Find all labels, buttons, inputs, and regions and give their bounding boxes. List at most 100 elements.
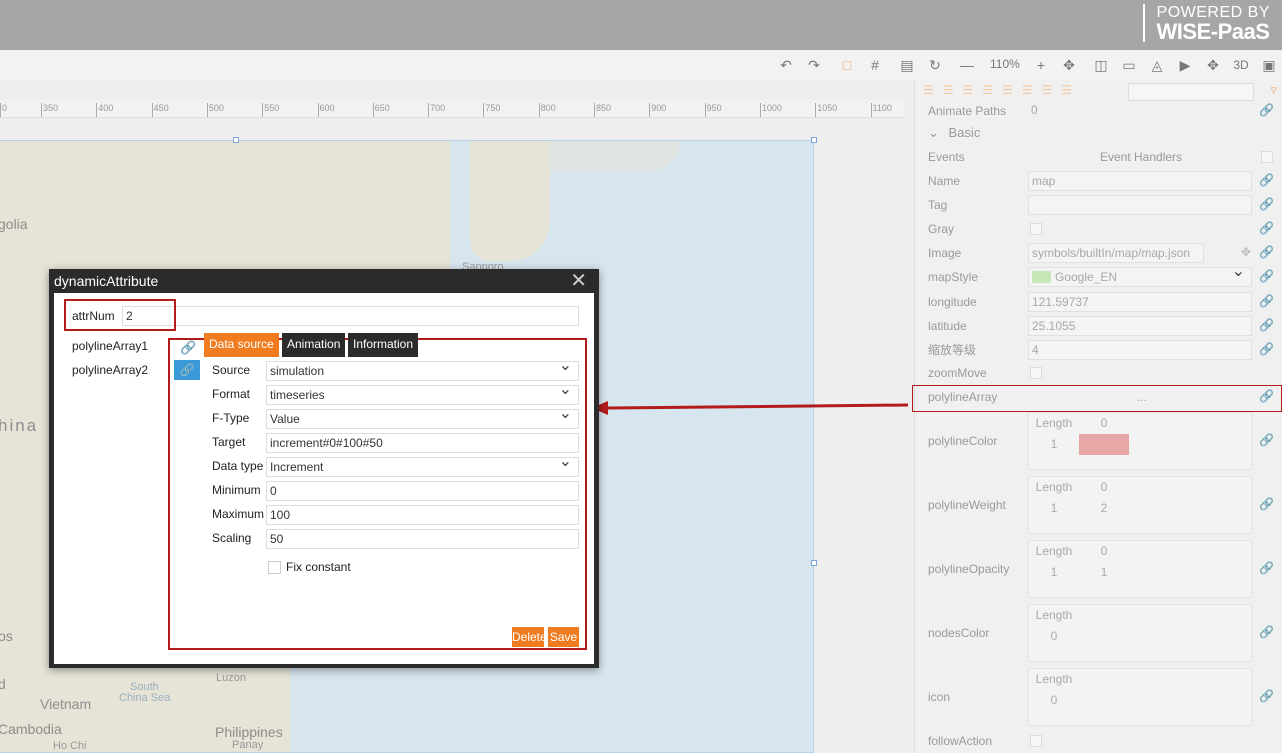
chevron-down-icon: ⌄ <box>928 125 939 140</box>
format-select[interactable]: timeseries <box>266 381 579 405</box>
undo-icon[interactable]: ↶ <box>777 56 795 74</box>
filter-icon[interactable]: ▿ <box>1270 82 1277 98</box>
panel-left-icon[interactable]: ◫ <box>1092 56 1110 74</box>
map-label-philippines: Philippines <box>215 724 283 740</box>
move-icon[interactable]: ✥ <box>1204 56 1222 74</box>
ruler-tick: 400 <box>96 103 113 117</box>
link-icon[interactable]: 🔗 <box>180 340 196 356</box>
prop-label: polylineColor <box>928 434 998 448</box>
link-active-icon[interactable]: 🔗 <box>174 360 200 380</box>
resize-handle-top-right[interactable] <box>811 137 817 143</box>
polylinecolor-grid[interactable]: Length 0 1 <box>1028 412 1252 470</box>
prop-label: polylineWeight <box>928 498 1006 512</box>
name-field[interactable]: map <box>1028 171 1252 191</box>
export-icon[interactable]: ▣ <box>1260 56 1278 74</box>
zoom-level[interactable]: 110% <box>990 57 1020 71</box>
move-icon[interactable]: ✥ <box>1241 245 1251 259</box>
ftype-select[interactable]: Value <box>266 405 579 429</box>
resize-handle-top[interactable] <box>233 137 239 143</box>
longitude-field[interactable]: 121.59737 <box>1028 292 1252 312</box>
gray-checkbox[interactable] <box>1030 223 1042 235</box>
link-icon[interactable]: 🔗 <box>1259 318 1274 332</box>
link-icon[interactable]: 🔗 <box>1259 173 1274 187</box>
link-icon[interactable]: 🔗 <box>1259 197 1274 211</box>
zoom-out-icon[interactable]: — <box>958 56 976 74</box>
zoommove-checkbox[interactable] <box>1030 367 1042 379</box>
section-basic[interactable]: ⌄ Basic <box>928 125 980 141</box>
panel-center-icon[interactable]: ▭ <box>1120 56 1138 74</box>
link-icon[interactable]: 🔗 <box>1259 269 1274 283</box>
length-label: Length <box>1035 480 1073 494</box>
target-input[interactable]: increment#0#100#50 <box>266 433 579 453</box>
tab-data-source[interactable]: Data source <box>204 333 279 357</box>
section-title: Basic <box>948 125 981 140</box>
property-panel: ☰☰☰☰☰☰☰☰ ▿ Animate Paths 0 🔗 ⌄ Basic Eve… <box>914 80 1282 753</box>
target-label: Target <box>212 435 246 449</box>
icon-grid[interactable]: Length 0 <box>1028 668 1252 726</box>
link-icon[interactable]: 🔗 <box>1259 625 1274 639</box>
source-select[interactable]: simulation <box>266 357 579 381</box>
prop-latitude: latitude 25.1055 🔗 <box>915 314 1282 338</box>
delete-button[interactable]: Delete <box>512 627 547 647</box>
save-icon[interactable]: ▤ <box>898 56 916 74</box>
save-button[interactable]: Save <box>548 627 579 647</box>
panel-right-icon[interactable]: ◬ <box>1148 56 1166 74</box>
attrnum-input[interactable]: 2 <box>122 306 579 326</box>
resize-handle-right[interactable] <box>811 560 817 566</box>
maximum-input[interactable]: 100 <box>266 505 579 525</box>
opacity-value[interactable]: 1 <box>1079 562 1129 583</box>
align-icons[interactable]: ☰☰☰☰☰☰☰☰ <box>923 83 1081 97</box>
color-swatch[interactable] <box>1079 434 1129 455</box>
prop-animate-paths: Animate Paths 0 🔗 <box>915 99 1282 123</box>
mapstyle-select[interactable]: Google_EN <box>1028 263 1252 287</box>
close-icon[interactable]: ✕ <box>570 271 587 291</box>
array-item-1[interactable]: polylineArray1 <box>72 339 148 353</box>
nodescolor-grid[interactable]: Length 0 <box>1028 604 1252 662</box>
length-value: 0 <box>1050 693 1058 707</box>
select-icon[interactable]: □ <box>838 56 856 74</box>
datatype-select[interactable]: Increment <box>266 453 579 477</box>
event-handlers-label[interactable]: Event Handlers <box>1100 145 1182 169</box>
animate-paths-field[interactable]: 0 <box>1028 101 1252 121</box>
link-icon[interactable]: 🔗 <box>1259 221 1274 235</box>
polylineopacity-grid[interactable]: Length 0 1 1 <box>1028 540 1252 598</box>
link-icon[interactable]: 🔗 <box>1259 342 1274 356</box>
prop-label: Events <box>928 150 965 164</box>
link-icon[interactable]: 🔗 <box>1259 294 1274 308</box>
image-field[interactable]: symbols/builtIn/map/map.json <box>1028 243 1204 263</box>
tab-animation[interactable]: Animation <box>282 333 346 357</box>
tag-field[interactable] <box>1028 195 1252 215</box>
link-icon[interactable]: 🔗 <box>1259 561 1274 575</box>
redo-icon[interactable]: ↷ <box>805 56 823 74</box>
prop-name: Name map 🔗 <box>915 169 1282 193</box>
link-icon[interactable]: 🔗 <box>1259 103 1274 117</box>
3d-icon[interactable]: 3D <box>1232 56 1250 74</box>
latitude-field[interactable]: 25.1055 <box>1028 316 1252 336</box>
weight-value[interactable]: 2 <box>1079 498 1129 519</box>
tab-information[interactable]: Information <box>348 333 419 357</box>
link-icon[interactable]: 🔗 <box>1259 433 1274 447</box>
play-icon[interactable]: ▶ <box>1176 56 1194 74</box>
link-icon[interactable]: 🔗 <box>1259 245 1274 259</box>
prop-image: Image symbols/builtIn/map/map.json ✥ 🔗 <box>915 241 1282 265</box>
prop-mapstyle: mapStyle Google_EN 🔗 <box>915 263 1282 289</box>
scaling-input[interactable]: 50 <box>266 529 579 549</box>
polylineweight-grid[interactable]: Length 0 1 2 <box>1028 476 1252 534</box>
followaction-checkbox[interactable] <box>1030 735 1042 747</box>
link-icon[interactable]: 🔗 <box>1259 689 1274 703</box>
zoom-in-icon[interactable]: + <box>1032 56 1050 74</box>
grid-icon[interactable]: # <box>866 56 884 74</box>
ruler-tick: 750 <box>483 103 500 117</box>
array-item-2[interactable]: polylineArray2 <box>72 363 148 377</box>
fit-icon[interactable]: ✥ <box>1060 56 1078 74</box>
events-checkbox[interactable] <box>1261 151 1273 163</box>
index-label: 1 <box>1050 565 1058 579</box>
zoom-level-field[interactable]: 4 <box>1028 340 1252 360</box>
dialog-body: attrNum 2 polylineArray1 polylineArray2 … <box>54 293 594 664</box>
minimum-input[interactable]: 0 <box>266 481 579 501</box>
map-label-china: hina <box>0 416 39 435</box>
highlight-attrnum <box>64 299 176 331</box>
fix-constant-checkbox[interactable] <box>268 561 281 574</box>
link-icon[interactable]: 🔗 <box>1259 497 1274 511</box>
refresh-icon[interactable]: ↻ <box>926 56 944 74</box>
